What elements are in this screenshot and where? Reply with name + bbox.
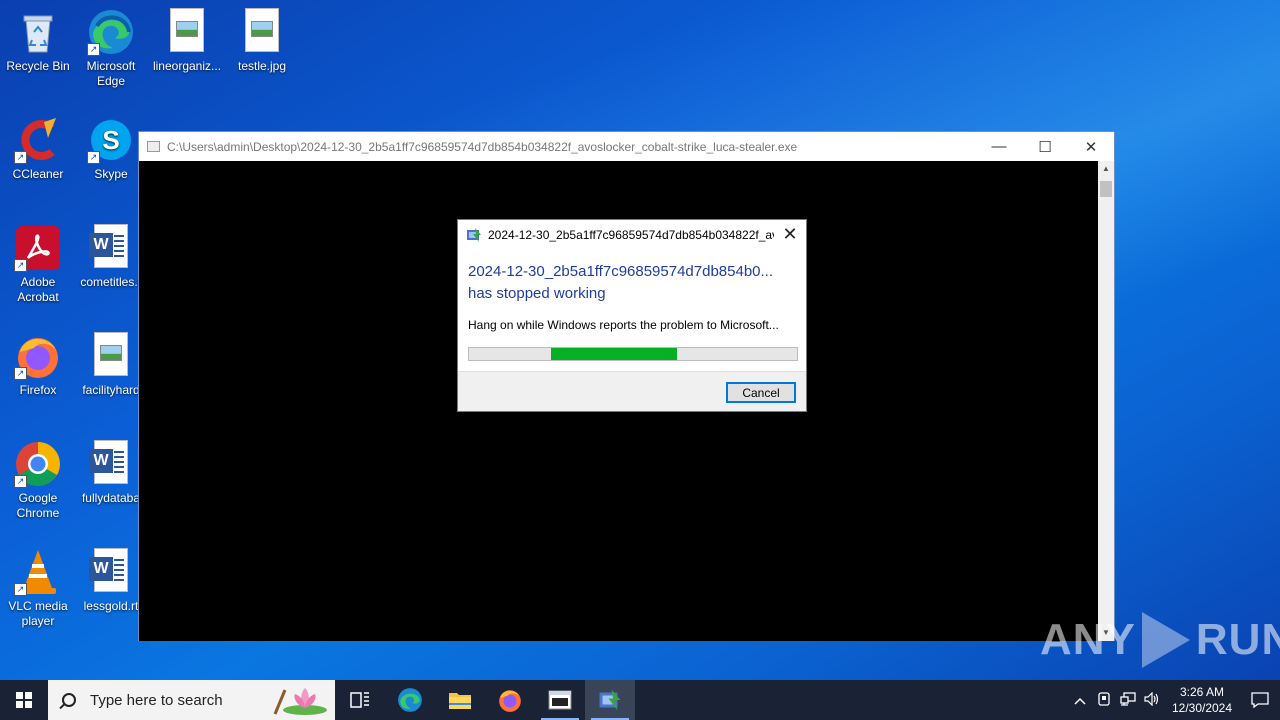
skype-icon: S ↗ (87, 116, 135, 164)
desktop-icon-label: Firefox (19, 383, 57, 397)
taskbar-file-explorer-button[interactable] (435, 680, 485, 720)
shortcut-arrow-icon: ↗ (14, 475, 27, 488)
start-button[interactable] (0, 680, 48, 720)
maximize-button[interactable]: ☐ (1022, 132, 1068, 161)
play-logo-icon (1141, 612, 1190, 668)
acrobat-icon: ↗ (14, 224, 62, 272)
show-hidden-icons-chevron-icon[interactable] (1068, 693, 1092, 708)
taskbar-werfault-button[interactable] (585, 680, 635, 720)
shortcut-arrow-icon: ↗ (14, 151, 27, 164)
report-progress-bar (468, 347, 798, 361)
error-dialog[interactable]: 2024-12-30_2b5a1ff7c96859574d7db854b0348… (457, 219, 807, 412)
firefox-icon: ↗ (14, 332, 62, 380)
device-icon[interactable] (1092, 691, 1116, 709)
desktop-icon-label: Google Chrome (16, 491, 60, 520)
shortcut-arrow-icon: ↗ (87, 151, 100, 164)
close-button[interactable]: ✕ (1068, 132, 1114, 161)
taskbar-edge-button[interactable] (385, 680, 435, 720)
progress-marquee (551, 348, 677, 360)
app-error-icon (466, 227, 482, 243)
console-window-icon (548, 690, 572, 710)
search-highlight-lotus-icon (271, 686, 329, 716)
app-error-icon (599, 689, 621, 711)
desktop-icon-label: CCleaner (12, 167, 64, 181)
console-titlebar[interactable]: C:\Users\admin\Desktop\2024-12-30_2b5a1f… (139, 132, 1114, 161)
scroll-up-arrow-icon[interactable]: ▲ (1098, 161, 1114, 177)
minimize-button[interactable]: — (976, 132, 1022, 161)
desktop-icon-google-chrome[interactable]: ↗ Google Chrome (0, 440, 76, 521)
clock-time: 3:26 AM (1179, 685, 1225, 699)
taskbar-clock[interactable]: 3:26 AM 12/30/2024 (1164, 684, 1240, 716)
watermark-left-text: ANY (1040, 615, 1136, 664)
vlc-icon: ↗ (14, 548, 62, 596)
taskbar-search-box[interactable]: Type here to search (48, 680, 335, 720)
image-file-icon (245, 8, 279, 52)
dialog-message: Hang on while Windows reports the proble… (468, 318, 779, 332)
dialog-heading: 2024-12-30_2b5a1ff7c96859574d7db854b0...… (468, 261, 796, 305)
heading-line-1: 2024-12-30_2b5a1ff7c96859574d7db854b0... (468, 263, 774, 280)
recycle-bin-icon (14, 8, 62, 56)
console-scrollbar[interactable]: ▲ ▼ (1098, 161, 1114, 641)
dialog-titlebar[interactable]: 2024-12-30_2b5a1ff7c96859574d7db854b0348… (458, 220, 806, 249)
edge-icon (398, 688, 422, 712)
shortcut-arrow-icon: ↗ (87, 43, 100, 56)
desktop-icon-recycle-bin[interactable]: Recycle Bin (0, 8, 76, 74)
firefox-icon (499, 690, 521, 712)
image-file-icon (94, 332, 128, 376)
desktop-icon-label: Recycle Bin (6, 59, 70, 73)
action-center-button[interactable] (1240, 680, 1280, 720)
dialog-close-button[interactable]: ✕ (774, 220, 806, 249)
heading-line-2: has stopped working (468, 285, 606, 302)
desktop-icon-testle[interactable]: testle.jpg (224, 8, 300, 74)
desktop-icon-label: Microsoft Edge (86, 59, 136, 88)
clock-date: 12/30/2024 (1171, 701, 1233, 715)
desktop-icon-lineorganiz[interactable]: lineorganiz... (149, 8, 225, 74)
desktop-icon-ccleaner[interactable]: ↗ CCleaner (0, 116, 76, 182)
search-placeholder: Type here to search (90, 691, 223, 709)
scroll-thumb[interactable] (1100, 181, 1112, 197)
watermark-right-text: RUN (1195, 615, 1280, 664)
shortcut-arrow-icon: ↗ (14, 583, 27, 596)
desktop-icon-label: VLC media player (8, 599, 68, 628)
svg-text:S: S (102, 125, 119, 155)
word-document-icon: W (89, 548, 128, 592)
volume-icon[interactable] (1140, 691, 1164, 709)
desktop-icon-label: Adobe Acrobat (17, 275, 59, 304)
ccleaner-icon: ↗ (14, 116, 62, 164)
system-tray: 3:26 AM 12/30/2024 (1068, 680, 1280, 720)
shortcut-arrow-icon: ↗ (14, 367, 27, 380)
windows-logo-icon (16, 692, 32, 708)
network-icon[interactable] (1116, 691, 1140, 709)
notification-icon (1251, 692, 1269, 708)
console-title: C:\Users\admin\Desktop\2024-12-30_2b5a1f… (167, 139, 798, 154)
task-view-icon (350, 692, 369, 708)
anyrun-watermark: ANY RUN (1040, 612, 1280, 668)
chrome-icon: ↗ (14, 440, 62, 488)
dialog-footer: Cancel (458, 371, 806, 411)
shortcut-arrow-icon: ↗ (14, 259, 27, 272)
desktop-icon-label: lineorganiz... (152, 59, 222, 73)
console-app-icon (147, 141, 160, 152)
task-view-button[interactable] (335, 680, 385, 720)
edge-icon: ↗ (87, 8, 135, 56)
taskbar-console-button[interactable] (535, 680, 585, 720)
desktop-icon-adobe-acrobat[interactable]: ↗ Adobe Acrobat (0, 224, 76, 305)
desktop-icon-edge[interactable]: ↗ Microsoft Edge (73, 8, 149, 89)
desktop-icon-vlc[interactable]: ↗ VLC media player (0, 548, 76, 629)
dialog-title: 2024-12-30_2b5a1ff7c96859574d7db854b0348… (488, 227, 774, 242)
image-file-icon (170, 8, 204, 52)
cancel-button[interactable]: Cancel (726, 382, 796, 403)
word-document-icon: W (89, 440, 128, 484)
word-document-icon: W (89, 224, 128, 268)
desktop-icon-label: testle.jpg (237, 59, 287, 73)
desktop-icon-firefox[interactable]: ↗ Firefox (0, 332, 76, 398)
taskbar: Type here to search 3:26 AM 12/30/2024 (0, 680, 1280, 720)
taskbar-firefox-button[interactable] (485, 680, 535, 720)
search-icon (62, 693, 76, 707)
folder-icon (449, 693, 471, 709)
